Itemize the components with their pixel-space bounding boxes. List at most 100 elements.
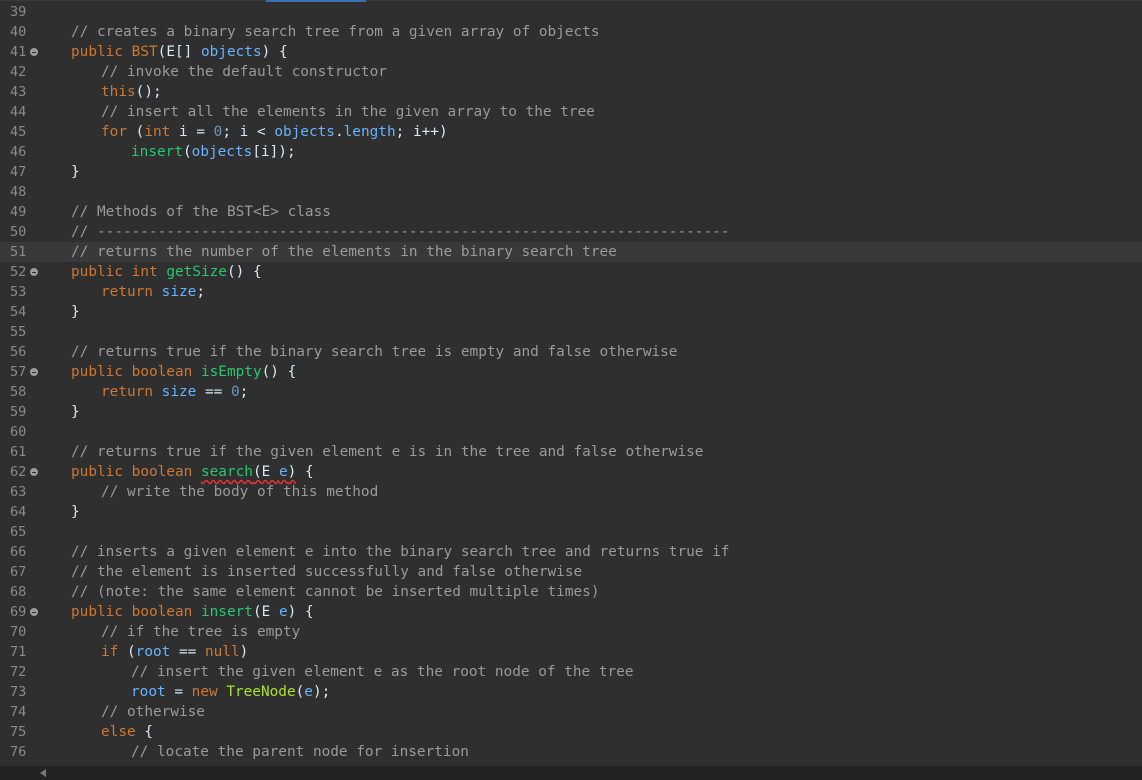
- fold-toggle-icon[interactable]: [30, 468, 38, 476]
- line-number: 54: [10, 304, 27, 320]
- code-text[interactable]: return size;: [101, 282, 205, 302]
- code-text[interactable]: // returns true if the binary search tre…: [71, 342, 677, 362]
- code-text[interactable]: return size == 0;: [101, 382, 248, 402]
- code-line[interactable]: 54}: [0, 302, 1142, 322]
- code-text[interactable]: // write the body of this method: [101, 482, 378, 502]
- line-number: 47: [10, 164, 27, 180]
- code-text[interactable]: // invoke the default constructor: [101, 62, 387, 82]
- code-line[interactable]: 42 // invoke the default constructor: [0, 62, 1142, 82]
- code-line[interactable]: 53 return size;: [0, 282, 1142, 302]
- code-line[interactable]: 73 root = new TreeNode(e);: [0, 682, 1142, 702]
- code-line[interactable]: 60: [0, 422, 1142, 442]
- code-line[interactable]: 47}: [0, 162, 1142, 182]
- line-number: 70: [10, 624, 27, 640]
- code-line[interactable]: 48: [0, 182, 1142, 202]
- code-text[interactable]: // if the tree is empty: [101, 622, 300, 642]
- code-line[interactable]: 63 // write the body of this method: [0, 482, 1142, 502]
- code-line[interactable]: 72 // insert the given element e as the r…: [0, 662, 1142, 682]
- code-token: .: [334, 124, 344, 140]
- code-line[interactable]: 76 // locate the parent node for insertio…: [0, 742, 1142, 762]
- code-text[interactable]: // returns true if the given element e i…: [71, 442, 703, 462]
- fold-toggle-icon[interactable]: [30, 268, 38, 276]
- code-text[interactable]: // the element is inserted successfully …: [71, 562, 582, 582]
- code-line[interactable]: 74 // otherwise: [0, 702, 1142, 722]
- code-line[interactable]: 64}: [0, 502, 1142, 522]
- code-text[interactable]: // Methods of the BST<E> class: [71, 202, 331, 222]
- line-number: 53: [10, 284, 27, 300]
- code-text[interactable]: public boolean isEmpty() {: [71, 362, 296, 382]
- code-line[interactable]: 58 return size == 0;: [0, 382, 1142, 402]
- horizontal-scrollbar[interactable]: [0, 766, 1142, 780]
- code-line[interactable]: 68 // (note: the same element cannot be i…: [0, 582, 1142, 602]
- code-text[interactable]: public int getSize() {: [71, 262, 262, 282]
- code-line[interactable]: 52 public int getSize() {: [0, 262, 1142, 282]
- code-text[interactable]: // (note: the same element cannot be ins…: [71, 582, 600, 602]
- code-text[interactable]: insert(objects[i]);: [131, 142, 296, 162]
- code-line[interactable]: 70 // if the tree is empty: [0, 622, 1142, 642]
- scrollbar-track[interactable]: [54, 768, 1134, 778]
- fold-toggle-icon[interactable]: [30, 368, 38, 376]
- code-line[interactable]: 55: [0, 322, 1142, 342]
- code-text[interactable]: // otherwise: [101, 702, 205, 722]
- code-text[interactable]: public BST(E[] objects) {: [71, 42, 288, 62]
- code-line[interactable]: 59}: [0, 402, 1142, 422]
- code-line[interactable]: 49 // Methods of the BST<E> class: [0, 202, 1142, 222]
- code-line[interactable]: 57 public boolean isEmpty() {: [0, 362, 1142, 382]
- code-token: else: [101, 724, 136, 740]
- line-number: 75: [10, 724, 27, 740]
- code-token: objects: [191, 144, 253, 160]
- line-number: 58: [10, 384, 27, 400]
- code-line[interactable]: 40 // creates a binary search tree from a…: [0, 22, 1142, 42]
- code-text[interactable]: // insert all the elements in the given …: [101, 102, 595, 122]
- code-text[interactable]: // locate the parent node for insertion: [131, 742, 469, 762]
- code-text[interactable]: root = new TreeNode(e);: [131, 682, 330, 702]
- code-token: () {: [226, 264, 262, 280]
- code-line[interactable]: 62 public boolean search(E e) {: [0, 462, 1142, 482]
- code-text[interactable]: }: [71, 302, 80, 322]
- code-line[interactable]: 43 this();: [0, 82, 1142, 102]
- code-line[interactable]: 65: [0, 522, 1142, 542]
- code-text[interactable]: }: [71, 162, 80, 182]
- fold-toggle-icon[interactable]: [30, 48, 38, 56]
- code-text[interactable]: // inserts a given element e into the bi…: [71, 542, 729, 562]
- code-text[interactable]: }: [71, 502, 80, 522]
- code-line[interactable]: 51 // returns the number of the elements …: [0, 242, 1142, 262]
- fold-toggle-icon[interactable]: [30, 608, 38, 616]
- code-text[interactable]: // -------------------------------------…: [71, 222, 729, 242]
- code-text[interactable]: public boolean search(E e) {: [71, 462, 314, 482]
- code-token: search: [200, 464, 253, 480]
- code-token: boolean: [131, 464, 201, 480]
- code-line[interactable]: 50 // -----------------------------------…: [0, 222, 1142, 242]
- code-line[interactable]: 71 if (root == null): [0, 642, 1142, 662]
- code-line[interactable]: 56 // returns true if the binary search t…: [0, 342, 1142, 362]
- code-line[interactable]: 44 // insert all the elements in the give…: [0, 102, 1142, 122]
- code-line[interactable]: 66 // inserts a given element e into the …: [0, 542, 1142, 562]
- code-token: // inserts a given element e into the bi…: [71, 544, 730, 560]
- line-number: 74: [10, 704, 27, 720]
- code-text[interactable]: public boolean insert(E e) {: [71, 602, 314, 622]
- code-line[interactable]: 67 // the element is inserted successfull…: [0, 562, 1142, 582]
- code-text[interactable]: // returns the number of the elements in…: [71, 242, 617, 262]
- code-token: // invoke the default constructor: [101, 64, 387, 80]
- code-text[interactable]: // creates a binary search tree from a g…: [71, 22, 600, 42]
- line-number: 44: [10, 104, 27, 120]
- code-text[interactable]: // insert the given element e as the roo…: [131, 662, 634, 682]
- code-line[interactable]: 61 // returns true if the given element e…: [0, 442, 1142, 462]
- code-token: size: [161, 384, 197, 400]
- code-text[interactable]: this();: [101, 82, 162, 102]
- code-text[interactable]: }: [71, 402, 80, 422]
- code-line[interactable]: 41 public BST(E[] objects) {: [0, 42, 1142, 62]
- code-token: ): [239, 644, 249, 660]
- code-token: length: [343, 124, 396, 140]
- code-text[interactable]: else {: [101, 722, 153, 742]
- code-line[interactable]: 75 else {: [0, 722, 1142, 742]
- code-line[interactable]: 46 insert(objects[i]);: [0, 142, 1142, 162]
- code-editor[interactable]: 39 40 // creates a binary search tree from…: [0, 0, 1142, 766]
- code-line[interactable]: 39: [0, 2, 1142, 22]
- code-line[interactable]: 45 for (int i = 0; i < objects.length; i+…: [0, 122, 1142, 142]
- code-token: (E[]: [157, 44, 201, 60]
- code-text[interactable]: for (int i = 0; i < objects.length; i++): [101, 122, 448, 142]
- arrow-left-icon[interactable]: [40, 769, 46, 777]
- code-text[interactable]: if (root == null): [101, 642, 248, 662]
- code-line[interactable]: 69 public boolean insert(E e) {: [0, 602, 1142, 622]
